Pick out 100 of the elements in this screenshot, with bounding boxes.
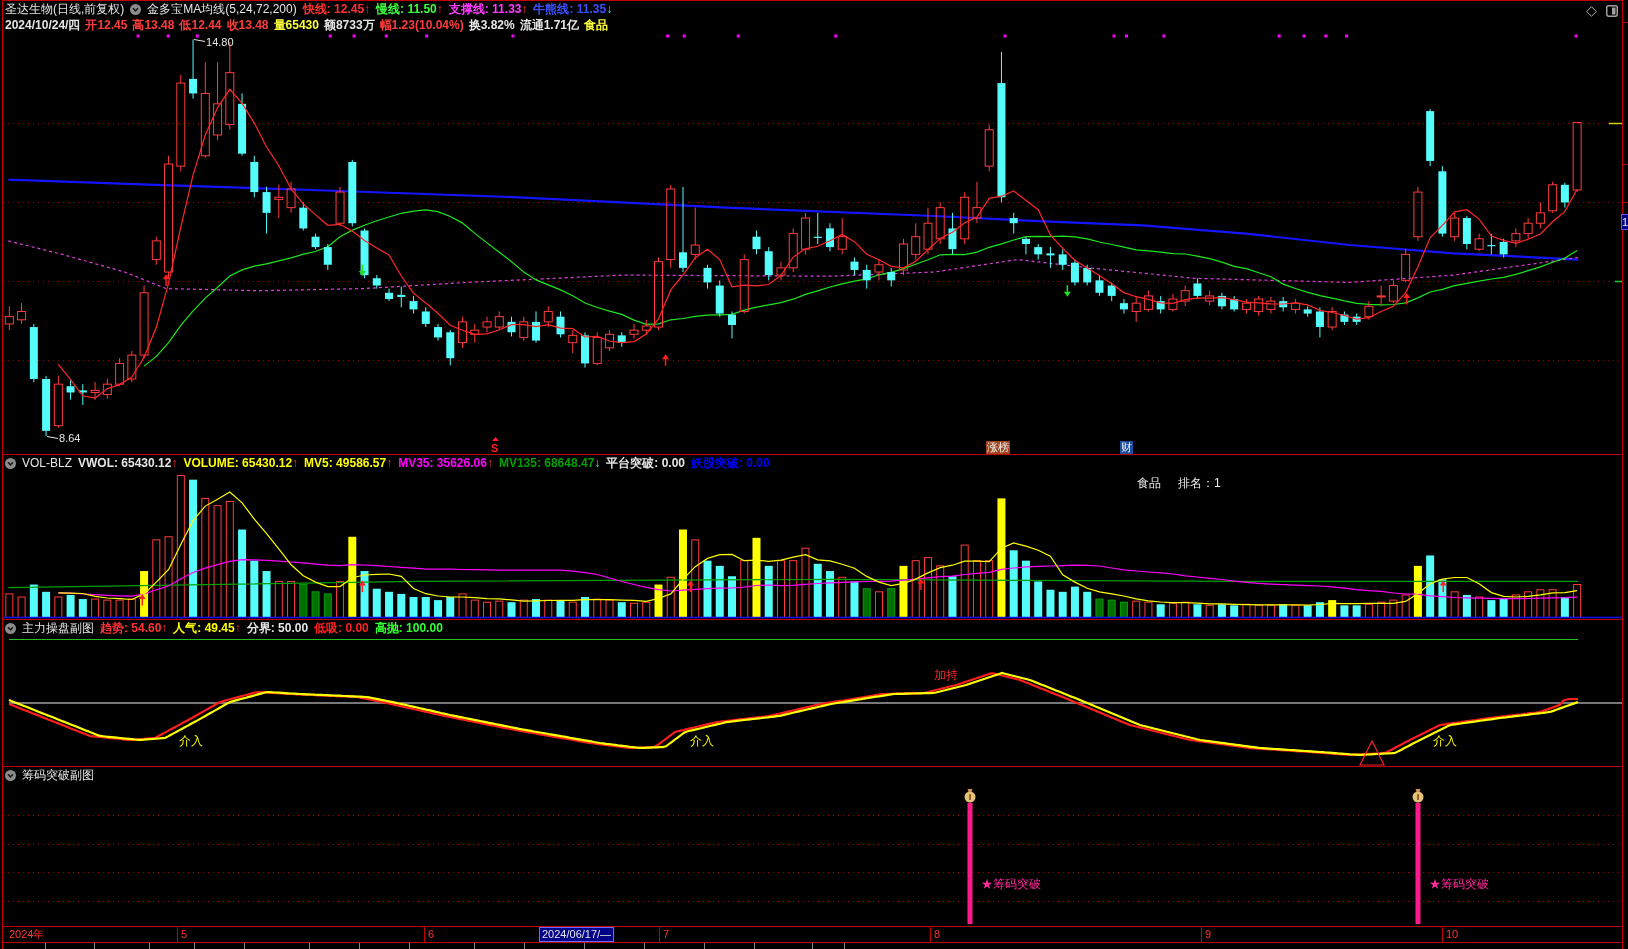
- rising-candle: [519, 316, 529, 342]
- falling-candle: [1499, 238, 1508, 258]
- falling-volume-bar: [764, 565, 773, 618]
- falling-volume-bar: [556, 600, 565, 618]
- falling-volume-bar: [78, 599, 87, 618]
- indicator-value: 高抛: 100.00: [374, 620, 443, 636]
- rising-volume-bar: [1266, 604, 1275, 618]
- up-arrow-icon: [662, 354, 670, 366]
- trend-arrow: ↓: [606, 1, 613, 17]
- shrinking-volume-bar: [1095, 598, 1104, 618]
- trend-arrow: ↑: [171, 455, 178, 471]
- signal-volume-bar: [899, 565, 908, 618]
- rising-candle: [1572, 122, 1582, 193]
- rising-candle: [1143, 290, 1153, 312]
- cursor-date-label: 2024/06/17/—: [539, 927, 615, 942]
- indicator-value: 人气: 49.45: [173, 620, 235, 636]
- rising-volume-bar: [666, 576, 675, 618]
- falling-volume-bar: [29, 584, 38, 618]
- panel-title: 主力操盘副图: [22, 620, 94, 636]
- indicator-value: MV35: 35626.06: [398, 455, 487, 471]
- falling-candle: [42, 375, 51, 437]
- falling-volume-bar: [617, 602, 626, 618]
- rising-candle: [1450, 212, 1460, 242]
- falling-candle: [66, 378, 75, 401]
- axis-label: 10: [1442, 927, 1459, 942]
- falling-candle: [948, 212, 957, 255]
- rising-candle: [739, 253, 749, 315]
- falling-candle: [1070, 259, 1079, 286]
- falling-candle: [262, 186, 271, 235]
- rising-candle: [935, 201, 945, 245]
- falling-candle: [348, 159, 357, 227]
- rising-volume-bar: [874, 591, 883, 618]
- rising-volume-bar: [1548, 589, 1557, 618]
- falling-candle: [434, 323, 443, 342]
- rising-volume-bar: [495, 600, 504, 618]
- rising-volume-bar: [470, 599, 479, 618]
- quote-field: 开12.45: [85, 17, 128, 33]
- chevron-circle-icon[interactable]: [130, 3, 142, 15]
- falling-candle: [1487, 233, 1496, 255]
- axis-label: 9: [1201, 927, 1212, 942]
- falling-volume-bar: [66, 594, 75, 618]
- falling-candle: [617, 331, 626, 348]
- chevron-circle-icon[interactable]: [5, 769, 16, 781]
- rising-candle: [1388, 279, 1398, 304]
- falling-candle: [1279, 296, 1288, 312]
- rising-volume-bar: [1511, 594, 1520, 618]
- chevron-circle-icon[interactable]: [5, 457, 16, 469]
- chevron-circle-icon[interactable]: [5, 622, 16, 634]
- rising-volume-bar: [1132, 600, 1141, 618]
- falling-candle: [189, 38, 198, 100]
- quote-field: 高13.48: [132, 17, 175, 33]
- falling-candle: [238, 92, 247, 157]
- rising-volume-bar: [923, 557, 932, 618]
- rising-volume-bar: [985, 560, 994, 618]
- rising-candle: [151, 236, 161, 266]
- price-level-tick: [1614, 280, 1623, 283]
- rising-volume-bar: [1389, 599, 1398, 618]
- panel-toggle-icon[interactable]: [1606, 5, 1618, 17]
- falling-candle: [1352, 313, 1361, 326]
- rising-candle: [1474, 233, 1484, 252]
- rising-volume-bar: [274, 580, 283, 618]
- falling-candle: [850, 257, 859, 276]
- falling-volume-bar: [826, 571, 834, 618]
- rising-candle: [90, 381, 100, 401]
- falling-volume-bar: [532, 599, 540, 618]
- shrinking-volume-bar: [311, 591, 320, 618]
- diamond-icon[interactable]: [1586, 5, 1597, 17]
- indicator-value: VWOL: 65430.12: [78, 455, 172, 471]
- rising-candle: [911, 222, 921, 261]
- rising-candle: [592, 331, 602, 366]
- falling-volume-bar: [421, 597, 430, 618]
- indicator-value: 趋势: 54.60: [100, 620, 162, 636]
- falling-volume-bar: [1279, 604, 1288, 618]
- event-marker[interactable]: S: [491, 442, 499, 454]
- rising-volume-bar: [1475, 596, 1484, 618]
- indicator-value: 支撑线: 11.33: [448, 1, 522, 17]
- quote-field: 2024/10/24/四: [5, 17, 81, 33]
- down-arrow-icon: [1063, 285, 1071, 297]
- falling-volume-bar: [948, 576, 957, 618]
- falling-candle: [78, 383, 87, 406]
- rising-candle: [1327, 306, 1337, 331]
- falling-candle: [397, 286, 406, 308]
- rising-candle: [568, 329, 578, 354]
- stock-title: 圣达生物(日线,前复权): [5, 1, 125, 17]
- falling-volume-bar: [250, 560, 259, 618]
- axis-label: 8: [930, 927, 941, 942]
- trend-arrow: ↑: [521, 1, 528, 17]
- rank-label: 排名：1: [1178, 475, 1221, 491]
- high-price-label: 14.80: [206, 36, 234, 48]
- event-badge[interactable]: 涨榜: [986, 441, 1010, 454]
- rising-candle: [17, 302, 27, 325]
- falling-candle: [764, 246, 773, 281]
- indicator-value: 低吸: 0.00: [314, 620, 369, 636]
- rising-volume-bar: [972, 560, 981, 618]
- rising-candle: [1413, 186, 1423, 242]
- shrinking-volume-bar: [323, 593, 332, 618]
- up-arrow-icon: [1439, 580, 1447, 593]
- event-badge[interactable]: 财: [1120, 441, 1133, 454]
- falling-volume-bar: [372, 588, 381, 618]
- indicator-value: 慢线: 11.50: [376, 1, 437, 17]
